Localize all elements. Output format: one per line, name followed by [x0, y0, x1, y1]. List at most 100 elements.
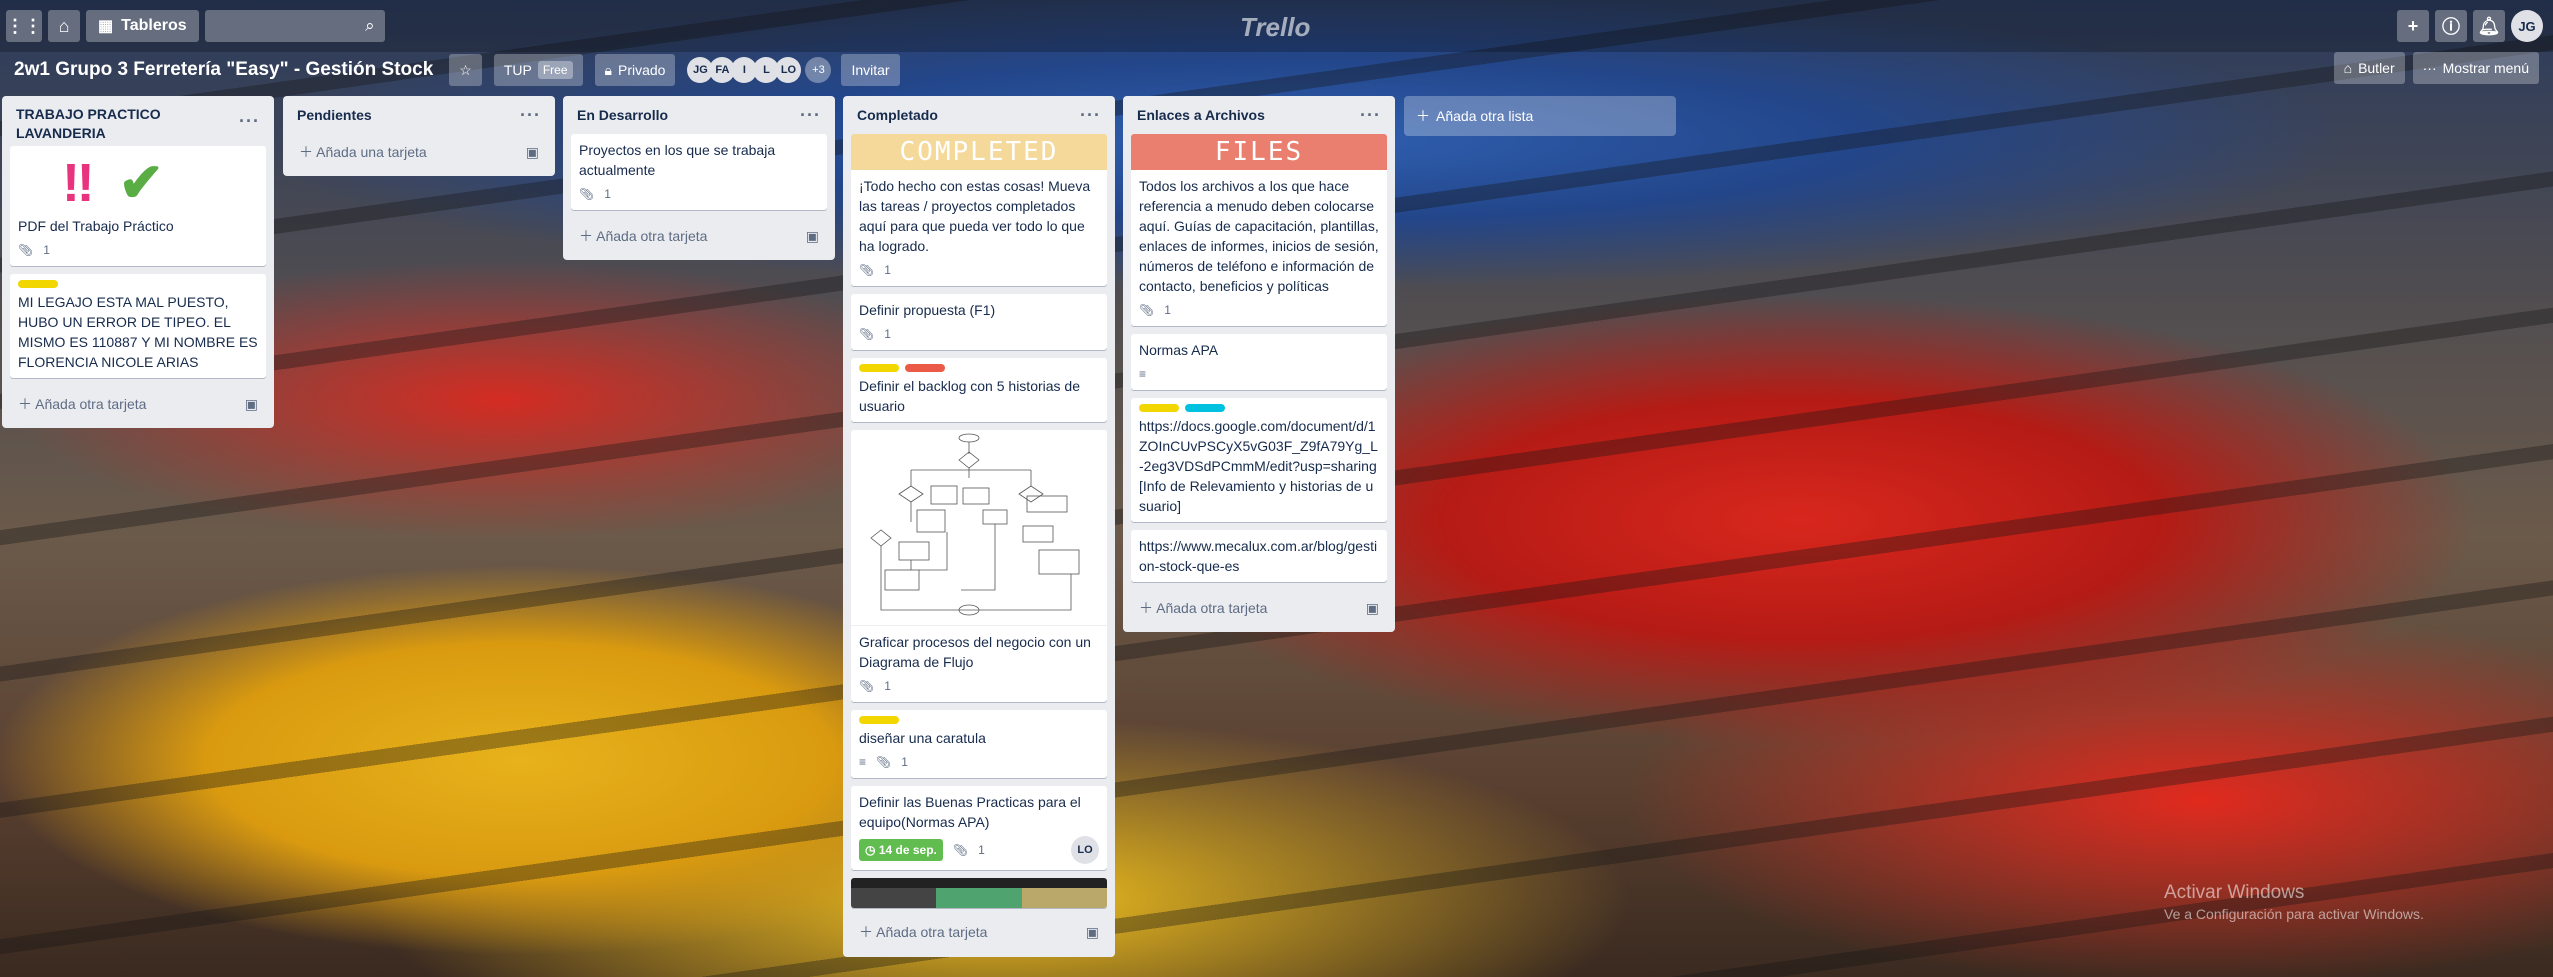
- list-menu-icon[interactable]: ···: [239, 111, 260, 132]
- add-card-button[interactable]: ＋ Añada otra tarjeta ▣: [571, 218, 827, 254]
- search-input[interactable]: ⌕: [204, 10, 385, 42]
- list-title[interactable]: Completado: [857, 106, 938, 125]
- card-member-avatar[interactable]: LO: [1071, 836, 1099, 864]
- flowchart-cover-image: [851, 430, 1107, 626]
- list-menu-icon[interactable]: ···: [1360, 105, 1381, 126]
- list-title[interactable]: En Desarrollo: [577, 106, 668, 125]
- card-title: ¡Todo hecho con estas cosas! Mueva las t…: [859, 178, 1091, 254]
- card[interactable]: Proyectos en los que se trabaja actualme…: [571, 134, 827, 210]
- list-header[interactable]: En Desarrollo ···: [571, 96, 827, 134]
- card[interactable]: Graficar procesos del negocio con un Dia…: [851, 430, 1107, 702]
- card[interactable]: Normas APA ≡: [1131, 334, 1387, 390]
- attachment-count: 1: [1164, 303, 1171, 317]
- label-yellow: [859, 716, 899, 724]
- checkmark-sticker-icon: ✔: [118, 153, 164, 213]
- card-title: https://www.mecalux.com.ar/blog/gestion-…: [1139, 538, 1378, 574]
- card[interactable]: diseñar una caratula ≡ 📎︎ 1: [851, 710, 1107, 778]
- attachment-icon: 📎︎: [1139, 303, 1155, 317]
- add-card-label: Añada otra tarjeta: [876, 924, 988, 940]
- list-menu-icon[interactable]: ···: [520, 105, 541, 126]
- label-sky: [1185, 404, 1225, 412]
- flowchart-thumbnail: [870, 433, 1080, 616]
- template-icon[interactable]: ▣: [1366, 600, 1379, 617]
- template-icon[interactable]: ▣: [1086, 924, 1099, 941]
- butler-button[interactable]: ⌂ Butler: [2333, 52, 2405, 84]
- list-title[interactable]: Pendientes: [297, 106, 372, 125]
- add-card-label: Añada otra tarjeta: [35, 396, 147, 412]
- list-menu-icon[interactable]: ···: [800, 105, 821, 126]
- board-title[interactable]: 2w1 Grupo 3 Ferretería "Easy" - Gestión …: [14, 59, 433, 81]
- card-cover-image: [851, 878, 1107, 888]
- plus-icon: ＋: [1416, 108, 1430, 124]
- invite-button[interactable]: Invitar: [841, 54, 900, 86]
- card-title: Definir propuesta (F1): [859, 302, 996, 318]
- add-card-button[interactable]: ＋ Añada una tarjeta ▣: [291, 134, 547, 170]
- card-title: MI LEGAJO ESTA MAL PUESTO, HUBO UN ERROR…: [18, 294, 258, 370]
- team-label: TUP: [503, 62, 532, 78]
- card[interactable]: ‼ ✔ PDF del Trabajo Práctico 📎︎ 1: [10, 146, 266, 266]
- list-title[interactable]: Enlaces a Archivos: [1137, 106, 1265, 125]
- card-title: PDF del Trabajo Práctico: [18, 218, 174, 234]
- card[interactable]: FILES Todos los archivos a los que hace …: [1131, 134, 1387, 326]
- list-en-desarrollo: En Desarrollo ··· Proyectos en los que s…: [563, 96, 835, 260]
- boards-icon: ▦: [98, 18, 114, 35]
- template-icon[interactable]: ▣: [526, 144, 539, 161]
- attachment-count: 1: [978, 843, 985, 857]
- add-card-button[interactable]: ＋ Añada otra tarjeta ▣: [1131, 590, 1387, 626]
- list-menu-icon[interactable]: ···: [1080, 105, 1101, 126]
- notifications-bell-icon[interactable]: 🔔︎: [2473, 10, 2505, 42]
- card-title: Graficar procesos del negocio con un Dia…: [859, 634, 1091, 670]
- card[interactable]: Definir las Buenas Practicas para el equ…: [851, 786, 1107, 870]
- card[interactable]: MI LEGAJO ESTA MAL PUESTO, HUBO UN ERROR…: [10, 274, 266, 378]
- card[interactable]: https://docs.google.com/document/d/1ZOIn…: [1131, 398, 1387, 522]
- attachment-icon: 📎︎: [859, 679, 875, 693]
- card[interactable]: Definir el backlog con 5 historias de us…: [851, 358, 1107, 422]
- home-icon[interactable]: ⌂: [48, 10, 80, 42]
- card[interactable]: [851, 878, 1107, 908]
- template-icon[interactable]: ▣: [806, 228, 819, 245]
- search-icon: ⌕: [365, 16, 375, 35]
- list-header[interactable]: TRABAJO PRACTICO LAVANDERIA ···: [10, 96, 266, 146]
- card[interactable]: Definir propuesta (F1) 📎︎ 1: [851, 294, 1107, 350]
- boards-button[interactable]: ▦ Tableros: [86, 10, 199, 42]
- list-header[interactable]: Enlaces a Archivos ···: [1131, 96, 1387, 134]
- card[interactable]: https://www.mecalux.com.ar/blog/gestion-…: [1131, 530, 1387, 582]
- windows-activation-title: Activar Windows: [2164, 882, 2305, 903]
- list-enlaces-archivos: Enlaces a Archivos ··· FILES Todos los a…: [1123, 96, 1395, 632]
- card-title: Definir las Buenas Practicas para el equ…: [859, 794, 1081, 830]
- info-icon[interactable]: ⓘ: [2435, 10, 2467, 42]
- show-menu-button[interactable]: ··· Mostrar menú: [2412, 52, 2539, 84]
- add-list-button[interactable]: ＋ Añada otra lista: [1404, 96, 1676, 136]
- butler-label: Butler: [2358, 60, 2395, 76]
- create-button[interactable]: +: [2397, 10, 2429, 42]
- star-icon: ☆: [459, 61, 472, 78]
- label-yellow: [18, 280, 58, 288]
- add-list-label: Añada otra lista: [1436, 108, 1534, 124]
- attachment-count: 1: [884, 263, 891, 277]
- attachment-count: 1: [901, 755, 908, 769]
- show-menu-label: Mostrar menú: [2442, 60, 2529, 76]
- card-cover-stripes: [851, 888, 1107, 908]
- due-date-badge[interactable]: ◷ 14 de sep.: [859, 839, 943, 861]
- apps-grid-icon[interactable]: ⋮⋮: [6, 10, 42, 42]
- list-header[interactable]: Pendientes ···: [291, 96, 547, 134]
- card-title: Definir el backlog con 5 historias de us…: [859, 378, 1081, 414]
- team-button[interactable]: TUP Free: [493, 54, 583, 86]
- template-icon[interactable]: ▣: [245, 396, 258, 413]
- user-avatar[interactable]: JG: [2511, 10, 2543, 42]
- list-cards[interactable]: COMPLETED ¡Todo hecho con estas cosas! M…: [851, 134, 1107, 914]
- member-avatar[interactable]: LO: [775, 57, 802, 83]
- trello-logo[interactable]: Trello: [1240, 12, 1310, 43]
- list-title[interactable]: TRABAJO PRACTICO LAVANDERIA: [16, 99, 239, 143]
- visibility-button[interactable]: 🔒︎ Privado: [594, 54, 676, 86]
- label-yellow: [1139, 404, 1179, 412]
- card[interactable]: COMPLETED ¡Todo hecho con estas cosas! M…: [851, 134, 1107, 286]
- more-members-badge[interactable]: +3: [805, 57, 832, 83]
- list-header[interactable]: Completado ···: [851, 96, 1107, 134]
- star-button[interactable]: ☆: [449, 54, 482, 86]
- lock-icon: 🔒︎: [604, 61, 612, 78]
- add-card-button[interactable]: ＋ Añada otra tarjeta ▣: [10, 386, 266, 422]
- due-date-label: 14 de sep.: [878, 843, 937, 857]
- card-title: Normas APA: [1139, 342, 1219, 358]
- add-card-button[interactable]: ＋ Añada otra tarjeta ▣: [851, 914, 1107, 950]
